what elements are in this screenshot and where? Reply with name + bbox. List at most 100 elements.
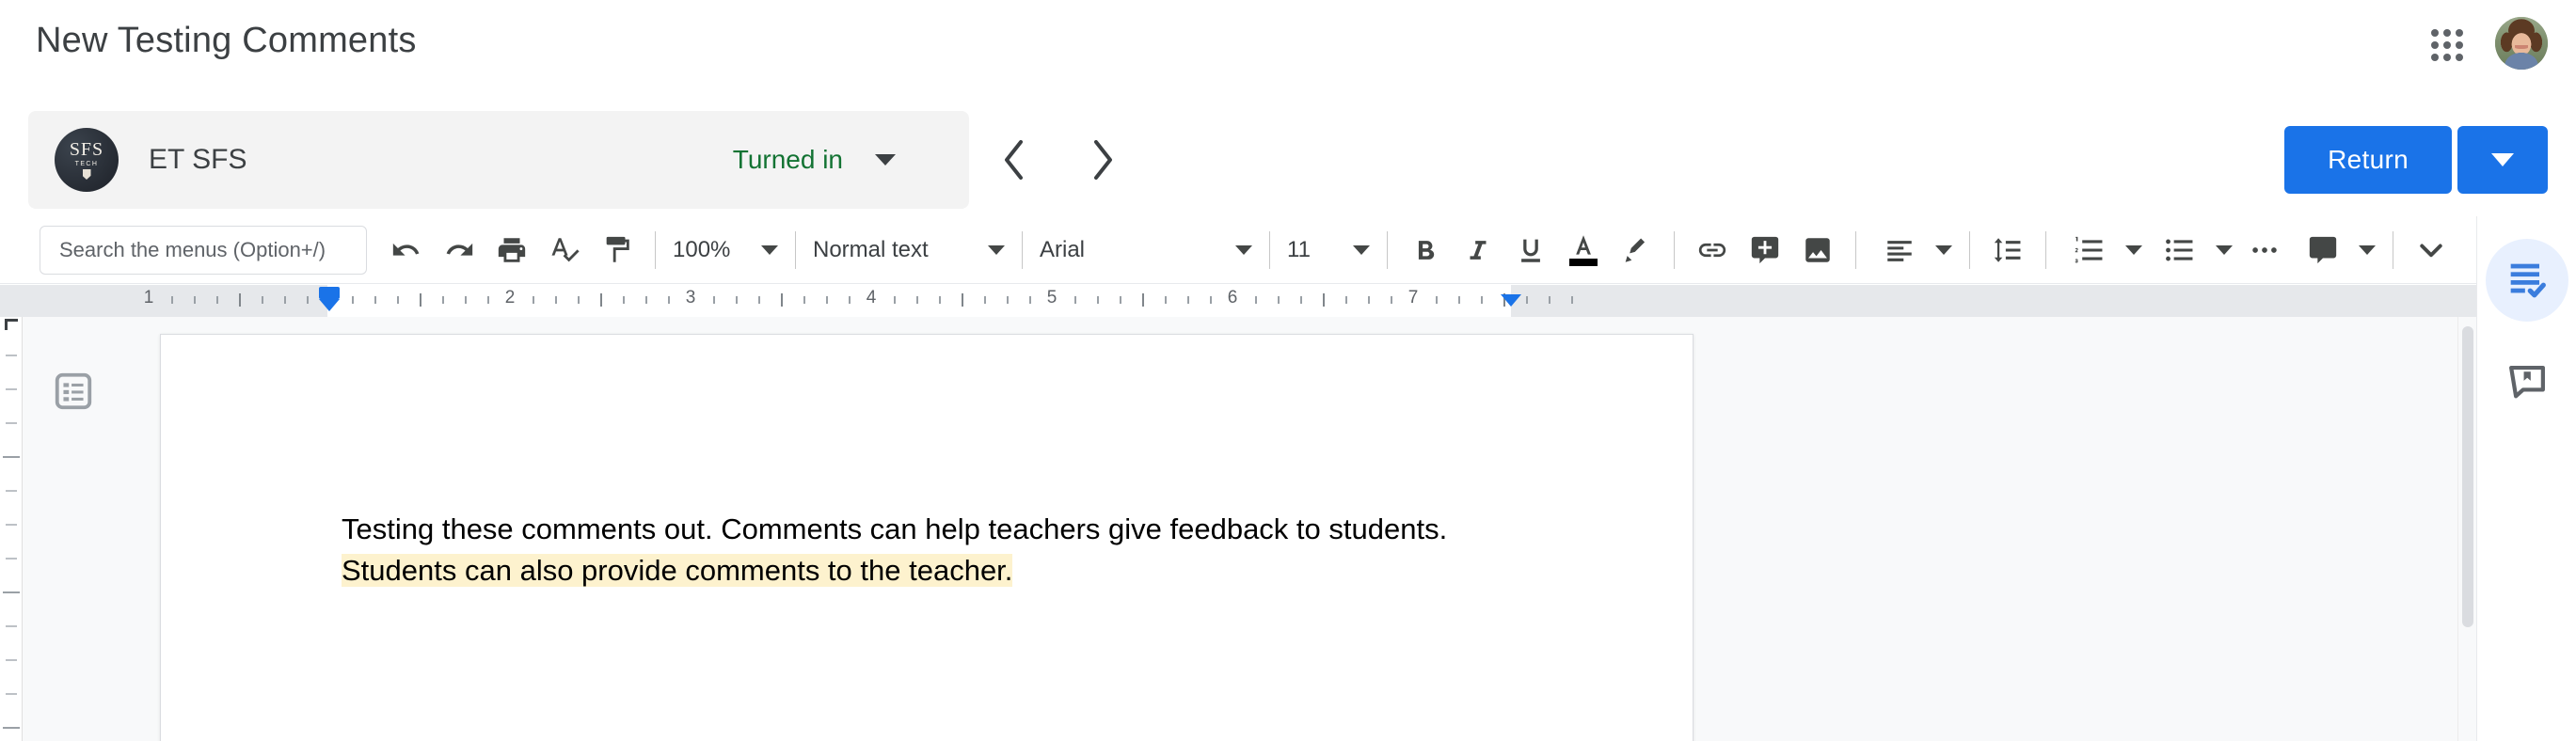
align-dropdown[interactable] bbox=[1868, 226, 1958, 275]
zoom-dropdown[interactable]: 100% bbox=[667, 226, 784, 275]
page-title: New Testing Comments bbox=[36, 21, 417, 60]
highlight-pen-icon[interactable] bbox=[1610, 224, 1662, 276]
ruler-number: 1 bbox=[143, 288, 154, 307]
document-paragraph[interactable]: Testing these comments out. Comments can… bbox=[342, 509, 1518, 591]
docs-grading-window: New Testing Comments SFS TECH ET SFS Tur… bbox=[0, 0, 2576, 741]
ruler-ticks: 11234567 bbox=[0, 285, 2476, 317]
ruler-tick bbox=[1323, 293, 1325, 307]
return-button-group: Return bbox=[2284, 126, 2548, 194]
ruler-tick bbox=[6, 524, 17, 526]
print-icon[interactable] bbox=[485, 224, 538, 276]
ruler-tick bbox=[216, 296, 218, 304]
collapse-toolbar-icon[interactable] bbox=[2405, 224, 2457, 276]
ruler-tick bbox=[6, 355, 17, 356]
ruler-tick bbox=[6, 659, 17, 661]
ruler-track: 11234567 bbox=[0, 285, 2476, 317]
ruler-tick bbox=[803, 296, 805, 304]
ruler-corner-icon bbox=[5, 319, 18, 330]
ruler-tick bbox=[307, 296, 309, 304]
ruler-tick bbox=[555, 296, 557, 304]
chevron-left-icon[interactable] bbox=[990, 135, 1039, 184]
numbered-list-icon bbox=[2063, 224, 2116, 276]
ruler-tick bbox=[1007, 296, 1009, 304]
editing-mode-icon bbox=[2297, 224, 2349, 276]
ruler-number: 6 bbox=[1227, 288, 1238, 307]
bulleted-list-dropdown[interactable] bbox=[2148, 226, 2238, 275]
logo-primary-text: SFS bbox=[69, 139, 104, 160]
horizontal-ruler[interactable]: 11234567 bbox=[0, 285, 2476, 317]
line-spacing-icon[interactable] bbox=[1981, 224, 2034, 276]
ruler-tick bbox=[374, 296, 376, 304]
ruler-tick bbox=[758, 296, 760, 304]
bold-button[interactable] bbox=[1399, 224, 1452, 276]
chevron-down-icon bbox=[1935, 244, 1952, 255]
paragraph-style-dropdown[interactable]: Normal text bbox=[807, 226, 1010, 275]
apps-grid-icon[interactable] bbox=[2420, 18, 2471, 69]
align-left-icon bbox=[1873, 224, 1926, 276]
paragraph-plain-text: Testing these comments out. Comments can… bbox=[342, 512, 1448, 545]
ruler-tick bbox=[442, 296, 444, 304]
ruler-tick bbox=[849, 296, 851, 304]
font-size-dropdown[interactable]: 11 bbox=[1281, 226, 1375, 275]
left-indent-marker[interactable] bbox=[319, 287, 340, 311]
add-comment-icon[interactable] bbox=[1739, 224, 1791, 276]
ruler-tick bbox=[1278, 296, 1280, 304]
font-family-dropdown[interactable]: Arial bbox=[1034, 226, 1258, 275]
insert-link-icon[interactable] bbox=[1686, 224, 1739, 276]
ruler-tick bbox=[6, 388, 17, 390]
font-family-value: Arial bbox=[1040, 236, 1086, 262]
ruler-tick bbox=[352, 296, 354, 304]
search-menus-field[interactable] bbox=[40, 225, 367, 275]
ruler-tick bbox=[1210, 296, 1212, 304]
insert-image-icon[interactable] bbox=[1791, 224, 1844, 276]
ruler-tick bbox=[1391, 296, 1392, 304]
caret-down-icon bbox=[875, 154, 896, 166]
ruler-tick bbox=[420, 293, 421, 307]
ruler-tick bbox=[1165, 296, 1167, 304]
comment-history-icon[interactable] bbox=[2499, 354, 2555, 410]
toolbar-right-group bbox=[2291, 224, 2476, 276]
ruler-tick bbox=[623, 296, 625, 304]
ruler-number: 3 bbox=[685, 288, 696, 307]
underline-button[interactable] bbox=[1504, 224, 1557, 276]
user-avatar[interactable] bbox=[2495, 17, 2548, 70]
return-button[interactable]: Return bbox=[2284, 126, 2452, 194]
student-submission-chip[interactable]: SFS TECH ET SFS Turned in bbox=[28, 111, 969, 209]
spellcheck-icon[interactable] bbox=[538, 224, 591, 276]
submission-status-dropdown[interactable]: Turned in bbox=[733, 145, 969, 175]
right-indent-marker[interactable] bbox=[1501, 294, 1521, 307]
ruler-tick bbox=[1526, 296, 1528, 304]
editing-mode-dropdown[interactable] bbox=[2291, 226, 2381, 275]
ruler-tick bbox=[6, 490, 17, 492]
ruler-tick bbox=[1345, 296, 1347, 304]
caret-down-icon bbox=[2491, 153, 2514, 166]
document-page[interactable]: Testing these comments out. Comments can… bbox=[160, 334, 1693, 741]
ruler-tick bbox=[3, 727, 20, 729]
ruler-tick bbox=[668, 296, 670, 304]
text-color-button[interactable] bbox=[1557, 224, 1610, 276]
toolbar-divider bbox=[1969, 230, 1970, 269]
scrollbar-thumb[interactable] bbox=[2462, 326, 2473, 627]
more-horizontal-icon[interactable] bbox=[2238, 224, 2291, 276]
ruler-tick bbox=[487, 296, 489, 304]
vertical-scrollbar[interactable] bbox=[2457, 317, 2476, 741]
document-outline-icon[interactable] bbox=[52, 370, 95, 413]
search-input[interactable] bbox=[57, 236, 349, 263]
ruler-tick bbox=[1097, 296, 1099, 304]
return-options-button[interactable] bbox=[2457, 126, 2548, 194]
bulleted-list-icon bbox=[2154, 224, 2206, 276]
toolbar-divider bbox=[1674, 230, 1675, 269]
paint-format-icon[interactable] bbox=[591, 224, 644, 276]
redo-icon[interactable] bbox=[433, 224, 485, 276]
ruler-tick bbox=[1029, 296, 1031, 304]
ruler-tick bbox=[962, 293, 963, 307]
toolbar-divider bbox=[1855, 230, 1856, 269]
italic-button[interactable] bbox=[1452, 224, 1504, 276]
ruler-tick bbox=[1368, 296, 1370, 304]
undo-icon[interactable] bbox=[380, 224, 433, 276]
chevron-down-icon bbox=[2125, 244, 2142, 255]
rubric-checklist-icon[interactable] bbox=[2485, 239, 2568, 322]
ruler-number: 7 bbox=[1407, 288, 1419, 307]
chevron-right-icon[interactable] bbox=[1078, 135, 1127, 184]
numbered-list-dropdown[interactable] bbox=[2058, 226, 2148, 275]
